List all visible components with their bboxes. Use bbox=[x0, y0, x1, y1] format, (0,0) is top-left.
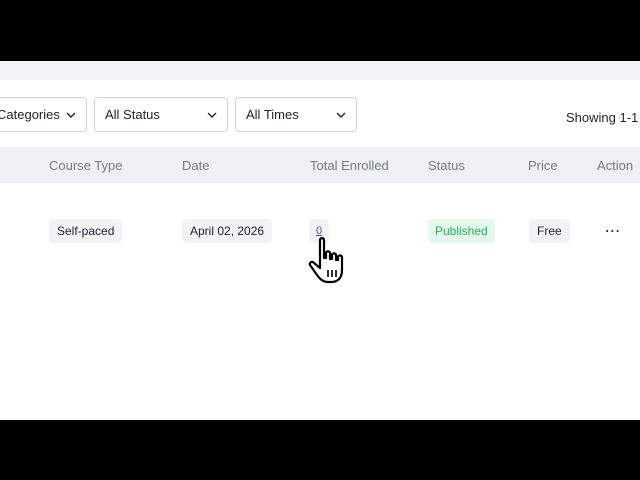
status-filter-value: All Status bbox=[105, 107, 160, 122]
screen: Categories All Status All Times Showing … bbox=[0, 0, 640, 480]
column-header-total-enrolled: Total Enrolled bbox=[310, 158, 389, 173]
chevron-down-icon bbox=[336, 110, 346, 120]
price-badge: Free bbox=[529, 219, 570, 243]
results-count: Showing 1-1 of 1 bbox=[566, 110, 640, 125]
course-date: April 02, 2026 bbox=[182, 219, 273, 243]
more-actions-icon[interactable]: ⋯ bbox=[603, 219, 623, 243]
chevron-down-icon bbox=[207, 110, 217, 120]
status-filter-select[interactable]: All Status bbox=[94, 97, 228, 132]
column-header-date: Date bbox=[182, 158, 210, 173]
status-badge: Published bbox=[428, 219, 495, 243]
time-filter-select[interactable]: All Times bbox=[235, 97, 357, 132]
top-strip bbox=[0, 61, 640, 80]
chevron-down-icon bbox=[66, 110, 76, 120]
category-filter-select[interactable]: Categories bbox=[0, 97, 87, 132]
time-filter-value: All Times bbox=[246, 107, 299, 122]
column-header-course-type: Course Type bbox=[49, 158, 123, 173]
column-header-status: Status bbox=[428, 158, 465, 173]
table-header: Course Type Date Total Enrolled Status P… bbox=[0, 147, 640, 183]
course-type-badge: Self-paced bbox=[49, 219, 123, 243]
hand-pointer-cursor-icon bbox=[304, 234, 360, 290]
category-filter-value: Categories bbox=[0, 107, 60, 122]
filter-toolbar: Categories All Status All Times Showing … bbox=[0, 80, 640, 147]
column-header-action: Action bbox=[597, 158, 634, 173]
column-header-price: Price bbox=[528, 158, 558, 173]
